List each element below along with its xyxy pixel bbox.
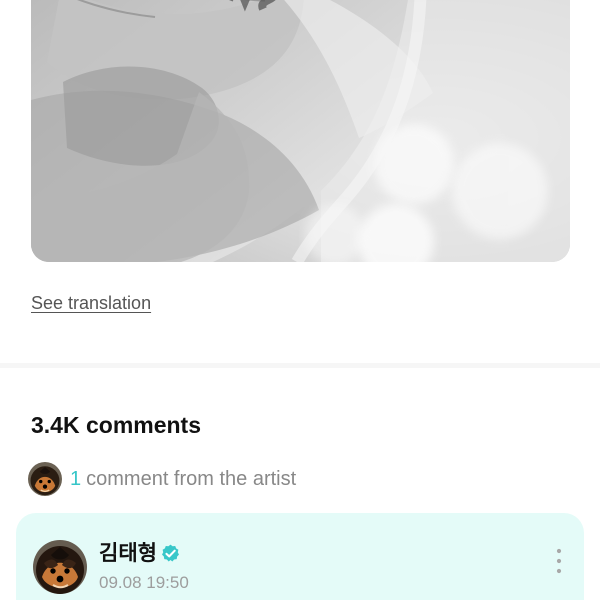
artist-comment-count: 1 bbox=[70, 468, 82, 490]
grayscale-photo-illustration bbox=[31, 0, 570, 262]
artist-comments-summary[interactable]: 1 comment from the artist bbox=[28, 461, 296, 497]
dog-avatar-icon bbox=[28, 462, 62, 496]
more-options-button[interactable] bbox=[550, 544, 568, 578]
artist-comment-label: comment from the artist bbox=[86, 468, 297, 490]
artist-avatar bbox=[28, 462, 62, 496]
vertical-ellipsis-icon bbox=[556, 548, 562, 574]
artist-name: 김태형 bbox=[99, 541, 157, 565]
see-translation-link[interactable]: See translation bbox=[31, 292, 151, 314]
comments-count-heading: 3.4K comments bbox=[31, 412, 202, 438]
comment-timestamp: 09.08 19:50 bbox=[99, 573, 189, 592]
dog-avatar-icon bbox=[33, 540, 87, 594]
verified-check-icon bbox=[161, 544, 179, 562]
artist-comment-summary-text: 1 comment from the artist bbox=[70, 467, 296, 491]
section-divider bbox=[0, 363, 600, 368]
artist-comment-avatar[interactable] bbox=[33, 540, 87, 594]
verified-check-icon bbox=[160, 543, 181, 564]
post-photo[interactable] bbox=[31, 0, 570, 262]
artist-name-row[interactable]: 김태형 bbox=[99, 540, 181, 567]
fan-community-post-page: See translation 3.4K comments 1 comment f… bbox=[0, 0, 600, 600]
artist-comment-card[interactable]: 김태형 09.08 19:50 bbox=[16, 513, 584, 600]
